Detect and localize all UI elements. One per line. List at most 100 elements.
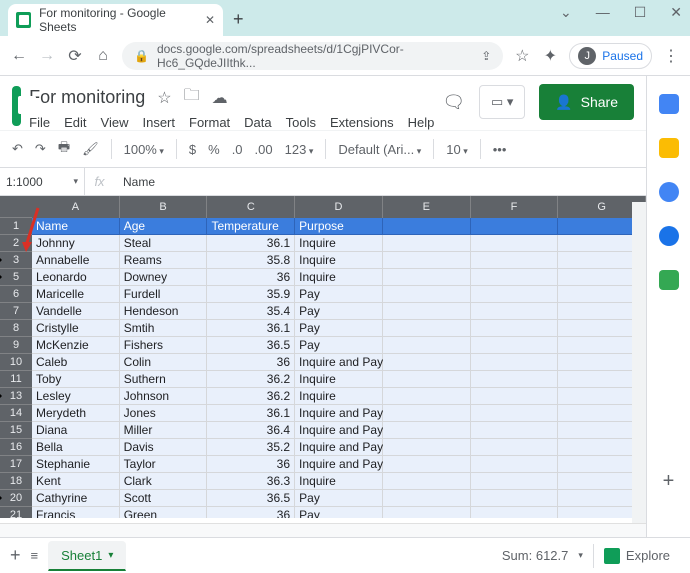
cell[interactable]: 36 xyxy=(207,456,295,473)
cell[interactable]: 36.2 xyxy=(207,371,295,388)
row-header[interactable]: 10 xyxy=(0,354,32,371)
cell[interactable] xyxy=(383,269,471,286)
cell[interactable]: Age xyxy=(120,218,208,235)
tasks-icon[interactable] xyxy=(659,182,679,202)
row-header[interactable]: 9 xyxy=(0,337,32,354)
cell[interactable] xyxy=(471,286,559,303)
cell[interactable] xyxy=(383,286,471,303)
cell[interactable] xyxy=(383,422,471,439)
cell[interactable]: Furdell xyxy=(120,286,208,303)
row-header[interactable]: 17 xyxy=(0,456,32,473)
explore-button[interactable]: Explore xyxy=(593,544,680,568)
cell[interactable] xyxy=(471,218,559,235)
cell[interactable]: Pay xyxy=(295,490,383,507)
cell[interactable]: Cristylle xyxy=(32,320,120,337)
font-size-selector[interactable]: 10 xyxy=(446,142,468,157)
cell[interactable] xyxy=(383,371,471,388)
cell[interactable] xyxy=(383,337,471,354)
menu-extensions[interactable]: Extensions xyxy=(330,115,394,130)
add-sheet-icon[interactable]: + xyxy=(10,545,21,566)
cell[interactable]: Inquire xyxy=(295,269,383,286)
cell[interactable] xyxy=(471,456,559,473)
calendar-icon[interactable] xyxy=(659,94,679,114)
cell[interactable] xyxy=(383,439,471,456)
row-header[interactable]: 8 xyxy=(0,320,32,337)
undo-icon[interactable]: ↶ xyxy=(12,141,23,157)
cell[interactable]: Annabelle xyxy=(32,252,120,269)
cell[interactable]: Clark xyxy=(120,473,208,490)
comments-icon[interactable]: 🗨 xyxy=(442,92,465,113)
cell[interactable]: 36.1 xyxy=(207,235,295,252)
format-percent[interactable]: % xyxy=(208,142,220,157)
row-header[interactable]: 1 xyxy=(0,218,32,235)
cell[interactable]: Kent xyxy=(32,473,120,490)
cell[interactable]: Pay xyxy=(295,303,383,320)
cell[interactable] xyxy=(471,490,559,507)
cell[interactable] xyxy=(383,218,471,235)
share-page-icon[interactable]: ⇪ xyxy=(481,49,491,63)
spreadsheet-grid[interactable]: 1235678910111314151617182021 ABCDEFG Nam… xyxy=(0,196,646,518)
horizontal-scrollbar[interactable] xyxy=(0,523,646,537)
sheet-tab[interactable]: Sheet1▾ xyxy=(48,541,126,571)
cell[interactable]: Scott xyxy=(120,490,208,507)
nav-home-icon[interactable]: ⌂ xyxy=(94,47,112,65)
paint-format-icon[interactable]: 🖌 xyxy=(82,141,99,157)
extensions-icon[interactable]: ✦ xyxy=(541,46,559,66)
cell[interactable]: 36.3 xyxy=(207,473,295,490)
profile-chip[interactable]: J Paused xyxy=(569,43,652,69)
cell[interactable]: Inquire and Pay xyxy=(295,456,383,473)
cell[interactable]: Temperature xyxy=(207,218,295,235)
cell[interactable]: 35.9 xyxy=(207,286,295,303)
share-button[interactable]: 👤 Share xyxy=(539,84,634,120)
cell[interactable] xyxy=(383,490,471,507)
print-icon[interactable]: 🖶 xyxy=(58,138,70,160)
cell[interactable]: Vandelle xyxy=(32,303,120,320)
cell[interactable]: 36 xyxy=(207,269,295,286)
cell[interactable]: Steal xyxy=(120,235,208,252)
cell[interactable]: 36.5 xyxy=(207,490,295,507)
cell[interactable]: Fishers xyxy=(120,337,208,354)
menu-data[interactable]: Data xyxy=(244,115,271,130)
font-selector[interactable]: Default (Ari... xyxy=(338,142,421,157)
column-header[interactable]: E xyxy=(383,196,471,218)
add-on-plus-icon[interactable]: + xyxy=(663,470,675,493)
cell[interactable]: 36.5 xyxy=(207,337,295,354)
cell[interactable]: Leonardo xyxy=(32,269,120,286)
cell[interactable] xyxy=(383,252,471,269)
cell[interactable]: Miller xyxy=(120,422,208,439)
cell[interactable]: Francis xyxy=(32,507,120,518)
cell[interactable] xyxy=(383,388,471,405)
cell[interactable]: Inquire and Pay xyxy=(295,405,383,422)
cell[interactable] xyxy=(471,235,559,252)
cell[interactable]: 35.4 xyxy=(207,303,295,320)
new-tab-button[interactable]: + xyxy=(233,9,244,30)
cell[interactable]: Downey xyxy=(120,269,208,286)
row-header[interactable]: 15 xyxy=(0,422,32,439)
row-header[interactable]: 11 xyxy=(0,371,32,388)
column-header[interactable]: D xyxy=(295,196,383,218)
star-icon[interactable]: ☆ xyxy=(157,88,171,108)
cell[interactable]: Cathyrine xyxy=(32,490,120,507)
cell[interactable] xyxy=(471,473,559,490)
cell[interactable] xyxy=(383,473,471,490)
cell[interactable]: Inquire and Pay xyxy=(295,422,383,439)
cell[interactable] xyxy=(383,303,471,320)
cloud-status-icon[interactable]: ☁ xyxy=(212,88,228,108)
formula-input[interactable]: Name xyxy=(115,175,163,189)
cell[interactable]: Taylor xyxy=(120,456,208,473)
row-header[interactable]: 21 xyxy=(0,507,32,524)
document-title[interactable]: For monitoring xyxy=(29,87,145,108)
cell[interactable]: 36.1 xyxy=(207,320,295,337)
cell[interactable]: 35.8 xyxy=(207,252,295,269)
cell[interactable] xyxy=(383,235,471,252)
bookmark-icon[interactable]: ☆ xyxy=(513,46,531,66)
column-header[interactable]: B xyxy=(120,196,208,218)
cell[interactable]: 35.2 xyxy=(207,439,295,456)
zoom-selector[interactable]: 100% xyxy=(124,142,164,157)
cell[interactable]: Stephanie xyxy=(32,456,120,473)
maps-icon[interactable] xyxy=(659,270,679,290)
cell[interactable]: Pay xyxy=(295,320,383,337)
row-header[interactable]: 3 xyxy=(0,252,32,269)
row-header[interactable]: 20 xyxy=(0,490,32,507)
cell[interactable] xyxy=(471,388,559,405)
